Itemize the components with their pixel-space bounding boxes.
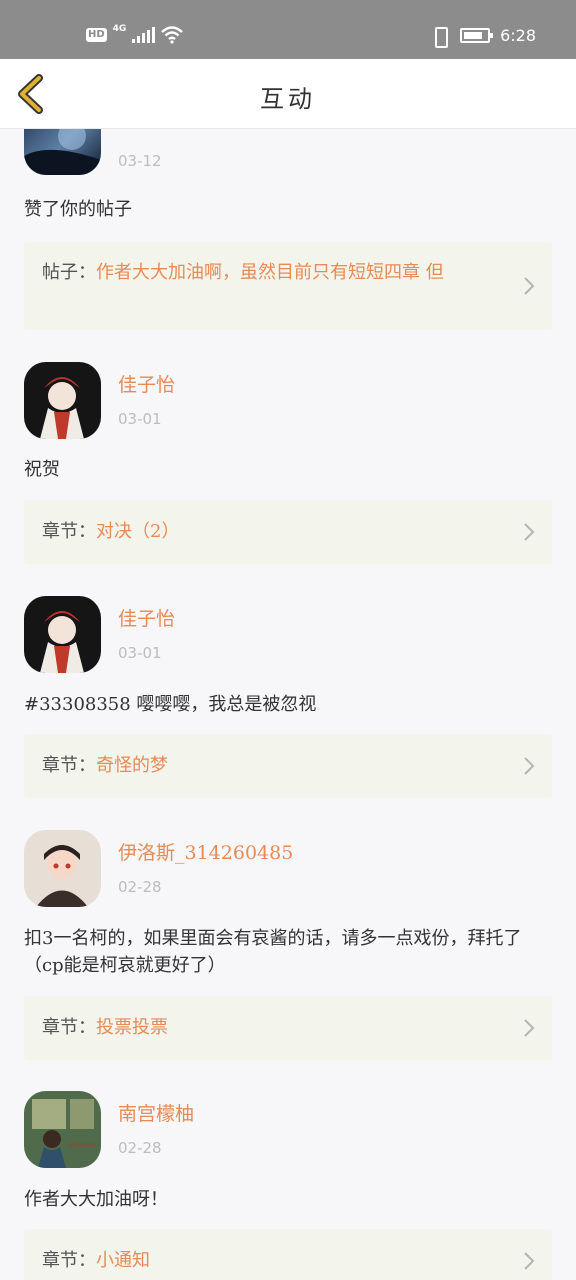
chevron-right-icon: [524, 757, 535, 775]
timestamp: 02-28: [118, 1139, 162, 1157]
clock: 6:28: [500, 26, 536, 45]
wifi-icon: [161, 26, 184, 44]
ref-title: 奇怪的梦: [96, 755, 168, 776]
message-text: 扣3一名柯的，如果里面会有哀酱的话，请多一点戏份，拜托了（cp能是柯哀就更好了）: [24, 928, 522, 976]
message-text: 赞了你的帖子: [24, 199, 132, 220]
ref-title: 投票投票: [96, 1017, 168, 1038]
avatar[interactable]: [24, 362, 101, 439]
network-type: 4G: [112, 24, 127, 34]
interaction-feed[interactable]: 03-12 赞了你的帖子 帖子：作者大大加油啊，虽然目前只有短短四章 但 佳子怡…: [0, 129, 576, 1280]
title-bar: 互动: [0, 59, 576, 129]
avatar[interactable]: [24, 129, 101, 175]
avatar[interactable]: [24, 1091, 101, 1168]
signal-icon: [132, 27, 156, 43]
ref-title: 作者大大加油啊，虽然目前只有短短四章 但: [96, 262, 444, 283]
status-right: 6:28: [430, 26, 536, 48]
chapter-reference-card[interactable]: 章节：对决（2）: [24, 500, 552, 564]
ref-label: 章节：: [42, 755, 96, 776]
hd-badge: HD: [86, 28, 107, 42]
message-text: 作者大大加油呀！: [24, 1189, 168, 1210]
chevron-right-icon: [524, 277, 535, 295]
status-left: HD 4G: [86, 24, 184, 44]
ref-title: 小通知: [96, 1250, 150, 1271]
ref-label: 章节：: [42, 1017, 96, 1038]
chevron-right-icon: [524, 1019, 535, 1037]
ref-title: 对决（2）: [96, 521, 180, 542]
timestamp: 03-01: [118, 410, 162, 428]
chevron-right-icon: [524, 1252, 535, 1270]
timestamp: 03-01: [118, 644, 162, 662]
status-bar: HD 4G 6:28: [0, 0, 576, 59]
message-text: 祝贺: [24, 459, 60, 480]
timestamp: 02-28: [118, 878, 162, 896]
ref-label: 章节：: [42, 1250, 96, 1271]
battery-icon: [460, 28, 494, 43]
post-reference-card[interactable]: 帖子：作者大大加油啊，虽然目前只有短短四章 但: [24, 242, 552, 330]
timestamp: 03-12: [118, 152, 162, 170]
ref-label: 帖子：: [42, 262, 96, 283]
vibrate-icon: [430, 26, 450, 48]
username[interactable]: 伊洛斯_314260485: [118, 838, 293, 865]
page-title: 互动: [260, 85, 316, 113]
avatar[interactable]: [24, 830, 101, 907]
chapter-reference-card[interactable]: 章节：投票投票: [24, 996, 552, 1060]
chapter-reference-card[interactable]: 章节：小通知: [24, 1229, 552, 1280]
username[interactable]: 佳子怡: [118, 370, 175, 397]
chapter-reference-card[interactable]: 章节：奇怪的梦: [24, 734, 552, 798]
avatar[interactable]: [24, 596, 101, 673]
username[interactable]: 佳子怡: [118, 604, 175, 631]
ref-label: 章节：: [42, 521, 96, 542]
chevron-right-icon: [524, 523, 535, 541]
username[interactable]: 南宫檬柚: [118, 1099, 194, 1126]
message-text: #33308358 嘤嘤嘤，我总是被忽视: [24, 694, 317, 715]
